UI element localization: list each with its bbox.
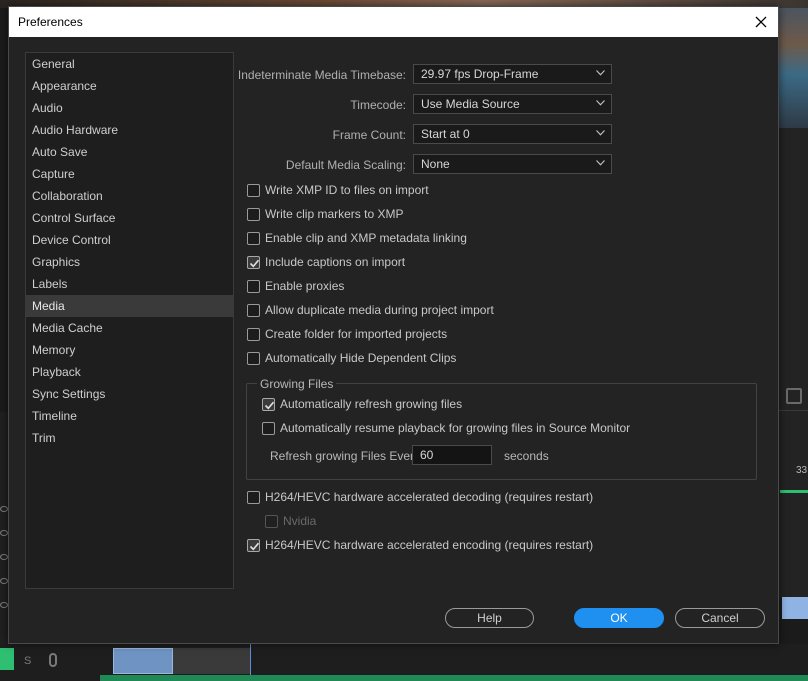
chevron-down-icon bbox=[596, 100, 605, 106]
include-captions-label: Include captions on import bbox=[265, 255, 406, 269]
auto-resume-checkbox[interactable] bbox=[262, 422, 275, 435]
metadata-linking-checkbox[interactable] bbox=[247, 232, 260, 245]
ok-button[interactable]: OK bbox=[574, 608, 664, 628]
frame-count-row: Frame Count: bbox=[9, 124, 406, 146]
sidebar-item-memory[interactable]: Memory bbox=[26, 339, 233, 361]
close-button[interactable] bbox=[745, 8, 777, 36]
sidebar-item-timeline[interactable]: Timeline bbox=[26, 405, 233, 427]
hide-dependent-clips-checkbox[interactable] bbox=[247, 352, 260, 365]
background-solo-label: S bbox=[24, 655, 32, 667]
dialog-titlebar: Preferences bbox=[9, 7, 778, 37]
media-scaling-row: Default Media Scaling: bbox=[9, 154, 406, 176]
hw-encoding-label: H264/HEVC hardware accelerated encoding … bbox=[265, 538, 594, 552]
hw-decoding-label: H264/HEVC hardware accelerated decoding … bbox=[265, 490, 594, 504]
help-button[interactable]: Help bbox=[445, 608, 534, 628]
background-timecode-number: 33 bbox=[796, 465, 808, 476]
checkmark-icon bbox=[264, 401, 275, 410]
write-xmp-id-label: Write XMP ID to files on import bbox=[265, 183, 429, 197]
dialog-title: Preferences bbox=[18, 15, 83, 29]
nvidia-label: Nvidia bbox=[283, 514, 317, 528]
timecode-value: Use Media Source bbox=[421, 97, 520, 111]
sidebar-item-control-surface[interactable]: Control Surface bbox=[26, 207, 233, 229]
frame-count-value: Start at 0 bbox=[421, 127, 470, 141]
sidebar-item-labels[interactable]: Labels bbox=[26, 273, 233, 295]
frame-count-label: Frame Count: bbox=[332, 128, 406, 142]
background-work-area-bar bbox=[780, 490, 808, 493]
timebase-row: Indeterminate Media Timebase: bbox=[9, 64, 406, 86]
background-track-target bbox=[0, 648, 14, 670]
auto-resume-label: Automatically resume playback for growin… bbox=[280, 421, 631, 435]
hw-encoding-checkbox[interactable] bbox=[247, 539, 260, 552]
eye-icon bbox=[0, 602, 8, 608]
sidebar-item-media[interactable]: Media bbox=[26, 295, 233, 317]
chevron-down-icon bbox=[596, 70, 605, 76]
background-panel bbox=[778, 128, 808, 598]
close-icon bbox=[755, 16, 767, 28]
sidebar-item-device-control[interactable]: Device Control bbox=[26, 229, 233, 251]
frame-count-select[interactable]: Start at 0 bbox=[413, 124, 612, 144]
timecode-select[interactable]: Use Media Source bbox=[413, 94, 612, 114]
microphone-icon bbox=[49, 653, 57, 667]
background-clip bbox=[173, 648, 251, 674]
refresh-interval-input[interactable] bbox=[412, 445, 492, 465]
media-scaling-label: Default Media Scaling: bbox=[285, 158, 406, 172]
background-program-monitor bbox=[778, 8, 808, 128]
background-settings-icon bbox=[786, 388, 802, 404]
write-xmp-id-checkbox[interactable] bbox=[247, 184, 260, 197]
background-divider bbox=[778, 410, 808, 411]
background-audio-track bbox=[100, 675, 808, 681]
media-scaling-value: None bbox=[421, 157, 450, 171]
sidebar-item-graphics[interactable]: Graphics bbox=[26, 251, 233, 273]
eye-icon bbox=[0, 578, 8, 584]
enable-proxies-checkbox[interactable] bbox=[247, 280, 260, 293]
checkmark-icon bbox=[249, 259, 260, 268]
growing-files-legend: Growing Files bbox=[257, 377, 337, 391]
create-folder-checkbox[interactable] bbox=[247, 328, 260, 341]
checkmark-icon bbox=[249, 542, 260, 551]
timecode-label: Timecode: bbox=[350, 98, 406, 112]
chevron-down-icon bbox=[596, 130, 605, 136]
timebase-select[interactable]: 29.97 fps Drop-Frame bbox=[413, 64, 612, 84]
write-clip-markers-label: Write clip markers to XMP bbox=[265, 207, 404, 221]
timecode-row: Timecode: bbox=[9, 94, 406, 116]
nvidia-checkbox bbox=[265, 515, 278, 528]
chevron-down-icon bbox=[596, 160, 605, 166]
include-captions-checkbox[interactable] bbox=[247, 256, 260, 269]
timebase-label: Indeterminate Media Timebase: bbox=[237, 68, 406, 82]
eye-icon bbox=[0, 554, 8, 560]
background-clip bbox=[782, 597, 808, 619]
sidebar-item-sync-settings[interactable]: Sync Settings bbox=[26, 383, 233, 405]
sidebar-item-trim[interactable]: Trim bbox=[26, 427, 233, 449]
allow-duplicate-media-checkbox[interactable] bbox=[247, 304, 260, 317]
sidebar-item-media-cache[interactable]: Media Cache bbox=[26, 317, 233, 339]
timebase-value: 29.97 fps Drop-Frame bbox=[421, 67, 539, 81]
allow-duplicate-media-label: Allow duplicate media during project imp… bbox=[265, 303, 494, 317]
preferences-dialog: Preferences General Appearance Audio Aud… bbox=[8, 6, 779, 644]
metadata-linking-label: Enable clip and XMP metadata linking bbox=[265, 231, 467, 245]
enable-proxies-label: Enable proxies bbox=[265, 279, 345, 293]
sidebar-item-playback[interactable]: Playback bbox=[26, 361, 233, 383]
eye-icon bbox=[0, 506, 8, 512]
hide-dependent-clips-label: Automatically Hide Dependent Clips bbox=[265, 351, 457, 365]
auto-refresh-checkbox[interactable] bbox=[262, 398, 275, 411]
sidebar-item-collaboration[interactable]: Collaboration bbox=[26, 185, 233, 207]
hw-decoding-checkbox[interactable] bbox=[247, 491, 260, 504]
create-folder-label: Create folder for imported projects bbox=[265, 327, 448, 341]
write-clip-markers-checkbox[interactable] bbox=[247, 208, 260, 221]
refresh-interval-label: Refresh growing Files Every bbox=[270, 449, 421, 463]
eye-icon bbox=[0, 530, 8, 536]
media-scaling-select[interactable]: None bbox=[413, 154, 612, 174]
auto-refresh-label: Automatically refresh growing files bbox=[280, 397, 463, 411]
background-clip bbox=[113, 648, 173, 674]
seconds-label: seconds bbox=[504, 449, 549, 463]
cancel-button[interactable]: Cancel bbox=[675, 608, 765, 628]
